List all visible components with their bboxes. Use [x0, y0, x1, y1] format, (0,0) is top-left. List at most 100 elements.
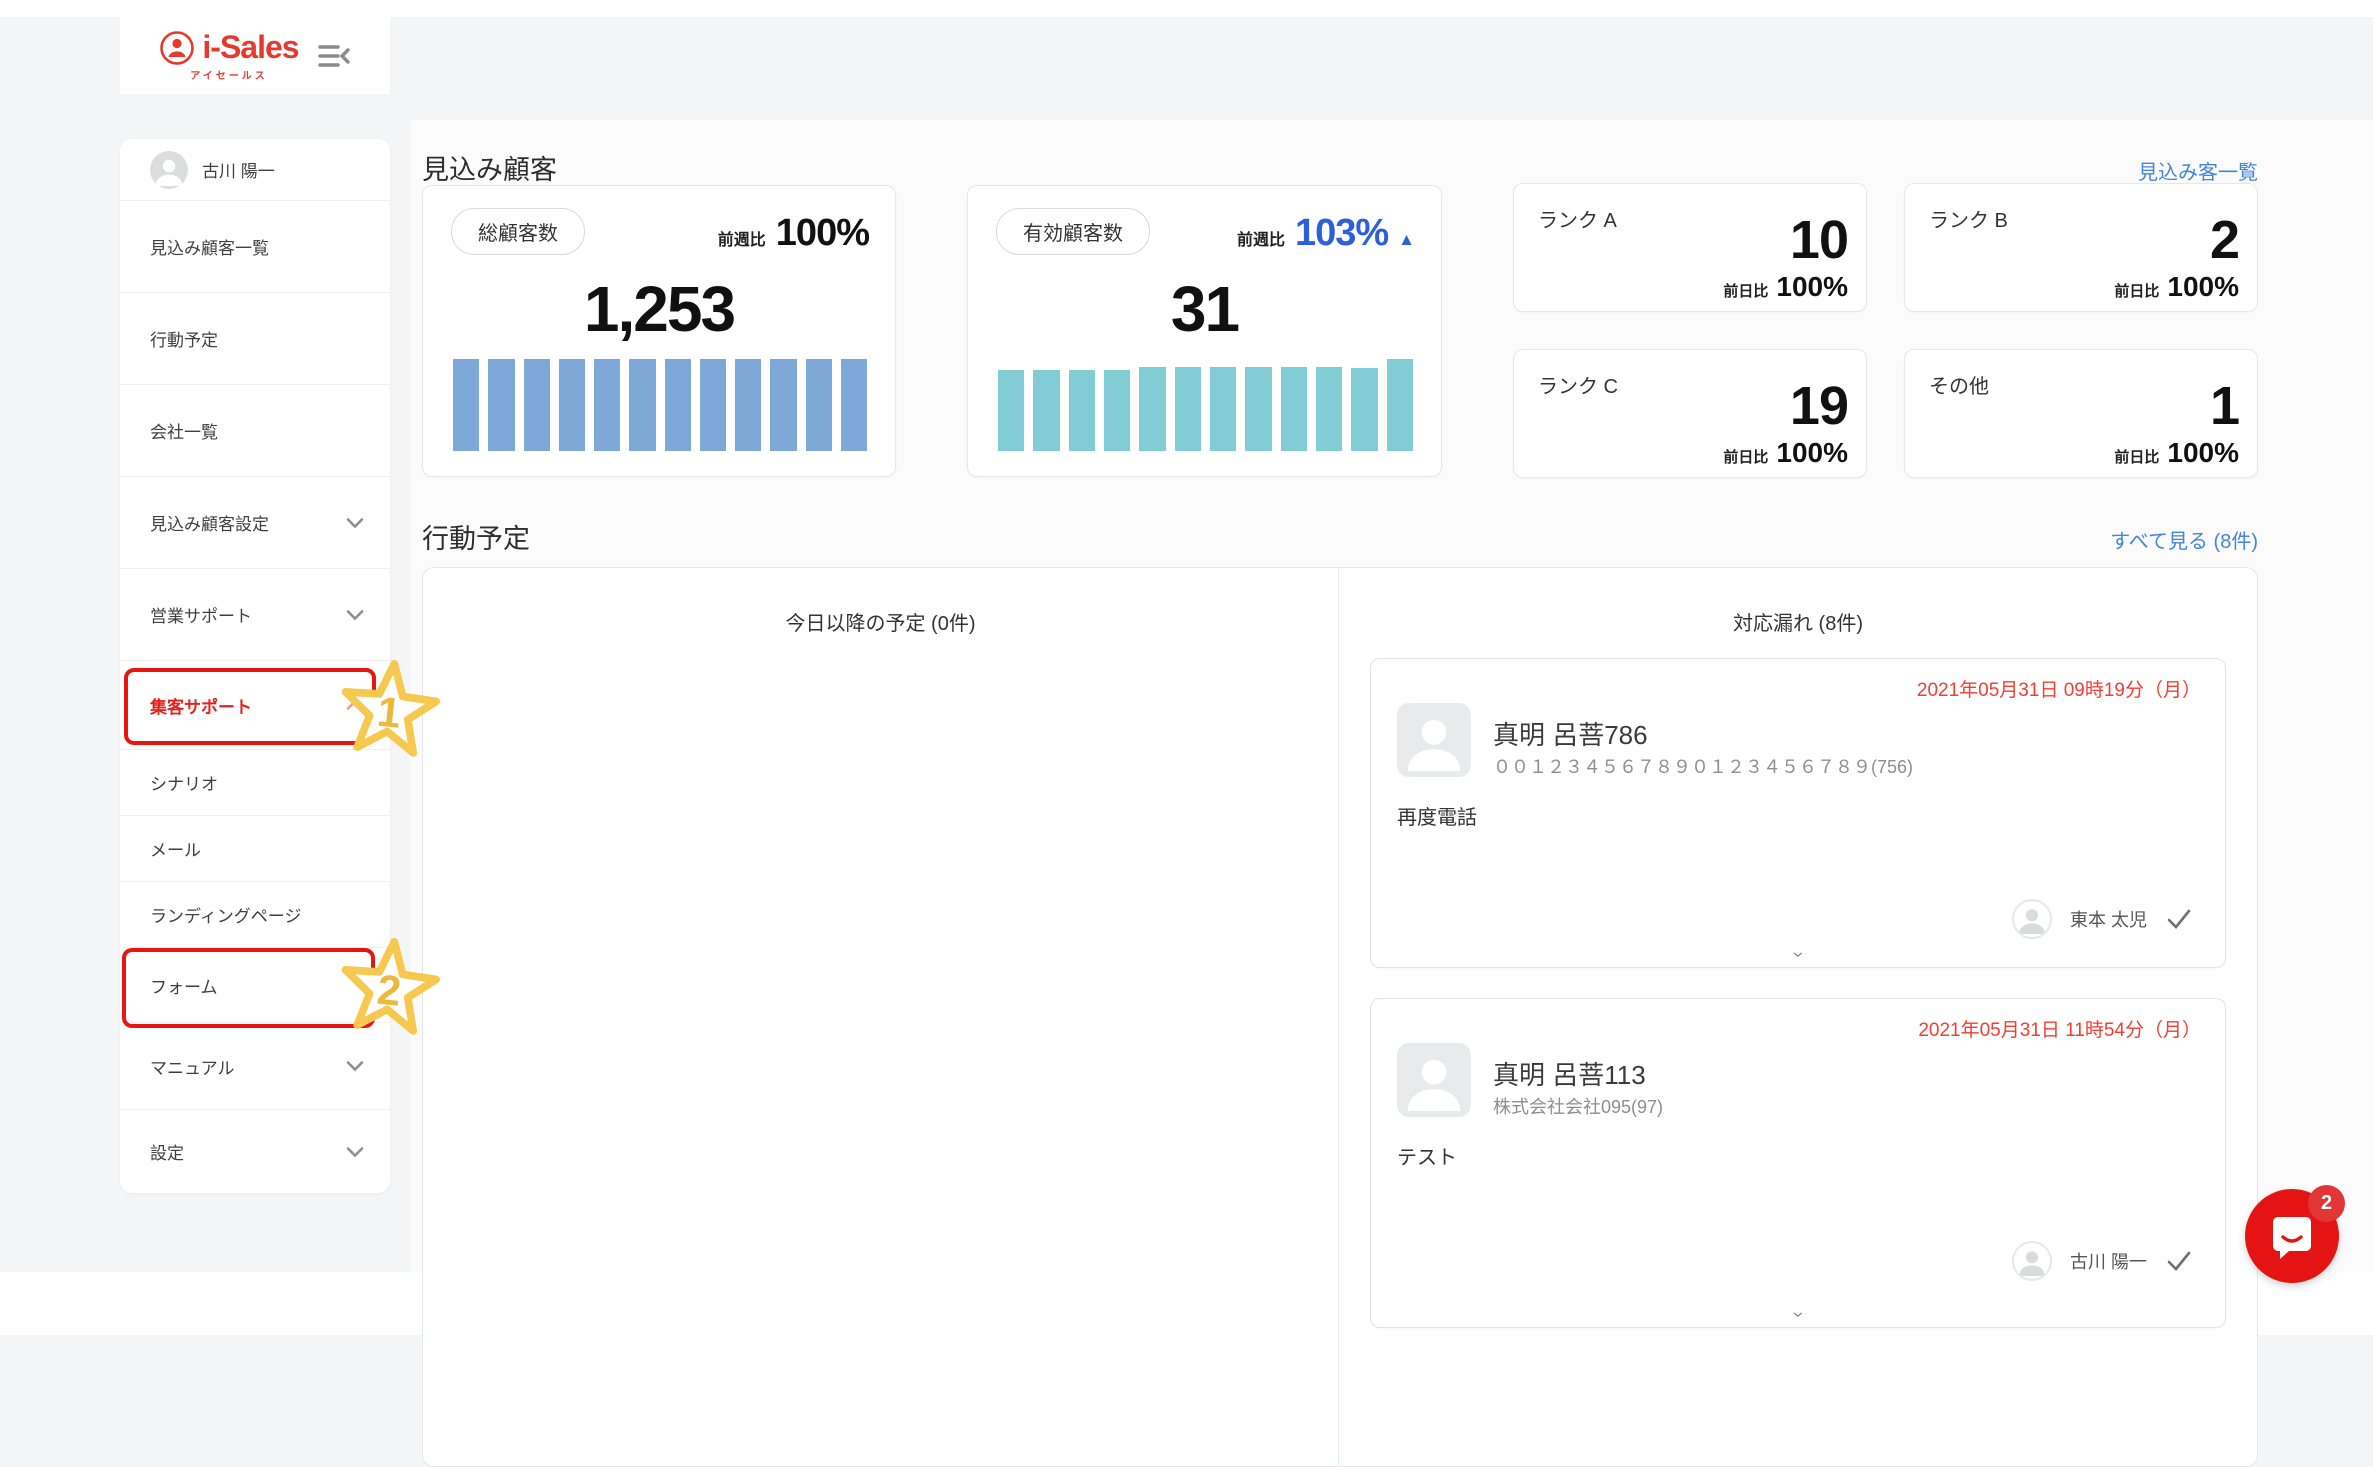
chart-bar	[1069, 370, 1095, 451]
active-customers-card: 有効顧客数 前週比 103% ▲ 31	[967, 185, 1442, 477]
expand-chevron-down-icon[interactable]	[1786, 948, 1810, 961]
active-customers-value: 31	[968, 272, 1441, 346]
prospect-list-link[interactable]: 見込み客一覧	[2138, 156, 2258, 185]
chart-bar	[1104, 370, 1130, 451]
chart-bar	[1033, 370, 1059, 451]
chart-bar	[524, 359, 550, 451]
contact-avatar-icon	[1397, 703, 1471, 777]
chevron-down-icon	[346, 517, 364, 528]
sidebar-menu: 古川 陽一 見込み顧客一覧 行動予定 会社一覧 見込み顧客設定 営業サポート 集…	[120, 139, 390, 1193]
contact-name: 真明 呂菩786	[1493, 715, 1648, 752]
rank-b-value: 2	[2210, 212, 2239, 269]
chart-bar	[453, 359, 479, 451]
chart-bar	[1245, 367, 1271, 451]
chart-bar	[629, 359, 655, 451]
active-customers-badge: 有効顧客数	[996, 208, 1150, 255]
chart-bar	[998, 370, 1024, 451]
chart-bar	[1210, 367, 1236, 451]
user-avatar-icon	[150, 151, 188, 189]
assignee-name: 古川 陽一	[2070, 1248, 2147, 1274]
task-note: 再度電話	[1397, 801, 1477, 830]
wow-label: 前週比	[1237, 226, 1285, 250]
schedule-panel: 今日以降の予定 (0件) 対応漏れ (8件) 2021年05月31日 09時19…	[422, 567, 2258, 1467]
sidebar-item-action-schedule[interactable]: 行動予定	[120, 292, 390, 384]
rank-a-value: 10	[1790, 212, 1848, 269]
chevron-up-icon	[346, 700, 364, 711]
chart-bar	[594, 359, 620, 451]
missed-column: 対応漏れ (8件) 2021年05月31日 09時19分（月） 真明 呂菩786…	[1339, 568, 2257, 1466]
chart-bar	[665, 359, 691, 451]
chart-bar	[806, 359, 832, 451]
chart-bar	[1139, 367, 1165, 451]
chart-bar	[1175, 367, 1201, 451]
assignee-name: 東本 太児	[2070, 906, 2147, 932]
task-card: 2021年05月31日 09時19分（月） 真明 呂菩786 ００１２３４５６７…	[1370, 658, 2226, 968]
chart-bar	[700, 359, 726, 451]
complete-check-icon[interactable]	[2165, 907, 2193, 931]
sidebar-item-form[interactable]: フォーム	[120, 947, 390, 1022]
sidebar-item-marketing-support[interactable]: 集客サポート	[120, 660, 390, 749]
chart-bar	[1281, 367, 1307, 451]
chat-widget-button[interactable]: 2	[2245, 1189, 2339, 1283]
trend-up-icon: ▲	[1398, 230, 1415, 250]
sidebar-item-prospect-list[interactable]: 見込み顧客一覧	[120, 200, 390, 292]
contact-detail: ００１２３４５６７８９０１２３４５６７８９(756)	[1493, 753, 1913, 779]
chart-bar	[735, 359, 761, 451]
sidebar-item-mail[interactable]: メール	[120, 815, 390, 881]
logo-panel: i-Sales アイセールス	[120, 17, 390, 94]
chevron-down-icon	[346, 609, 364, 620]
chevron-down-icon	[346, 1061, 364, 1072]
prospects-section-title: 見込み顧客	[422, 148, 557, 187]
sidebar-item-sales-support[interactable]: 営業サポート	[120, 568, 390, 660]
sidebar-item-company-list[interactable]: 会社一覧	[120, 384, 390, 476]
sidebar-user: 古川 陽一	[120, 139, 390, 200]
rank-other-value: 1	[2210, 378, 2239, 435]
brand-wordmark: i-Sales	[202, 29, 298, 66]
chevron-down-icon	[346, 1146, 364, 1157]
upcoming-header: 今日以降の予定 (0件)	[423, 607, 1338, 636]
rank-c-card: ランク C 19 前日比100%	[1513, 349, 1867, 478]
task-datetime: 2021年05月31日 09時19分（月）	[1917, 675, 2201, 702]
app-logo: i-Sales アイセールス	[159, 29, 298, 82]
user-name: 古川 陽一	[202, 157, 275, 182]
chat-bubble-icon	[2268, 1212, 2316, 1260]
chart-bar	[1351, 368, 1377, 451]
rank-c-value: 19	[1790, 378, 1848, 435]
sidebar-collapse-icon[interactable]	[317, 43, 351, 69]
wow-value: 103%	[1295, 212, 1388, 255]
wow-value: 100%	[776, 212, 869, 255]
task-note: テスト	[1397, 1141, 1457, 1170]
assignee-avatar-icon	[2012, 899, 2052, 939]
contact-detail: 株式会社会社095(97)	[1493, 1093, 1663, 1119]
sidebar-item-settings[interactable]: 設定	[120, 1109, 390, 1193]
chart-bar	[488, 359, 514, 451]
chart-bar	[559, 359, 585, 451]
see-all-link[interactable]: すべて見る (8件)	[2110, 525, 2258, 554]
sidebar-item-scenario[interactable]: シナリオ	[120, 749, 390, 815]
task-card: 2021年05月31日 11時54分（月） 真明 呂菩113 株式会社会社095…	[1370, 998, 2226, 1328]
brand-katakana: アイセールス	[190, 67, 268, 82]
task-datetime: 2021年05月31日 11時54分（月）	[1918, 1015, 2201, 1042]
complete-check-icon[interactable]	[2165, 1249, 2193, 1273]
total-customers-card: 総顧客数 前週比 100% 1,253	[422, 185, 896, 477]
sidebar-item-landing-page[interactable]: ランディングページ	[120, 881, 390, 947]
total-customers-badge: 総顧客数	[451, 208, 585, 255]
sidebar-item-prospect-settings[interactable]: 見込み顧客設定	[120, 476, 390, 568]
chart-bar	[1387, 359, 1413, 451]
sidebar-item-manual[interactable]: マニュアル	[120, 1022, 390, 1109]
total-customers-bar-chart	[453, 359, 867, 451]
upcoming-column: 今日以降の予定 (0件)	[423, 568, 1339, 1466]
assignee-avatar-icon	[2012, 1241, 2052, 1281]
wow-label: 前週比	[718, 226, 766, 250]
expand-chevron-down-icon[interactable]	[1786, 1308, 1810, 1321]
chart-bar	[770, 359, 796, 451]
rank-b-card: ランク B 2 前日比100%	[1904, 183, 2258, 312]
top-strip	[0, 0, 2373, 17]
rank-a-card: ランク A 10 前日比100%	[1513, 183, 1867, 312]
total-customers-value: 1,253	[423, 272, 895, 346]
rank-other-card: その他 1 前日比100%	[1904, 349, 2258, 478]
contact-name: 真明 呂菩113	[1493, 1055, 1646, 1092]
chat-unread-badge: 2	[2308, 1185, 2345, 1222]
chart-bar	[1316, 367, 1342, 451]
schedule-section-title: 行動予定	[422, 517, 530, 556]
